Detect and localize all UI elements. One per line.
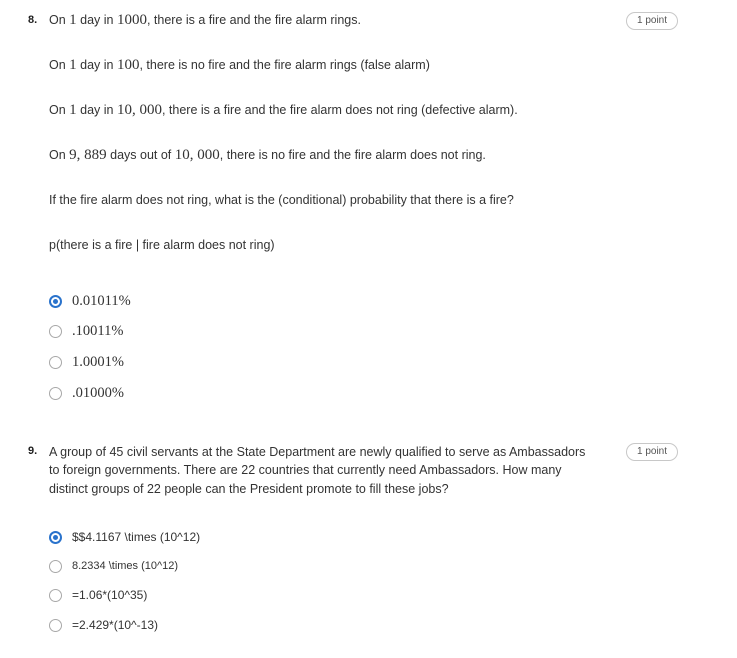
option-label: =1.06*(10^35) [72, 588, 148, 602]
line-text: days out of [106, 148, 175, 162]
math-value: 10, 000 [116, 102, 162, 118]
option-label: 1.0001% [72, 353, 124, 370]
line-text: On [49, 58, 70, 72]
radio-button-selected[interactable] [49, 294, 62, 308]
line-text: On [49, 13, 70, 27]
question-8-option-2[interactable]: .10011% [49, 322, 123, 340]
math-value: 1 [69, 12, 77, 28]
option-label: .01000% [72, 384, 124, 401]
math-value: 10, 000 [174, 147, 220, 163]
line-text: On [49, 103, 70, 117]
question-9-option-1[interactable]: $$4.1167 \times (10^12) [49, 528, 200, 546]
math-value: 1000 [116, 12, 147, 28]
line-text: , there is a fire and the fire alarm doe… [161, 103, 518, 117]
option-label: 0.01011% [72, 292, 131, 309]
radio-button[interactable] [49, 588, 62, 602]
question-8-option-3[interactable]: 1.0001% [49, 353, 124, 371]
question-9-number: 9. [28, 445, 38, 457]
line-text: , there is a fire and the fire alarm rin… [146, 13, 361, 27]
question-8-line-4: On 9, 889 days out of 10, 000, there is … [49, 147, 486, 164]
question-8-expression: p(there is a fire | fire alarm does not … [49, 238, 275, 252]
math-value: 1 [69, 102, 77, 118]
line-text: , there is no fire and the fire alarm ri… [139, 58, 430, 72]
question-9-option-4[interactable]: =2.429*(10^-13) [49, 616, 158, 634]
question-8-prompt: If the fire alarm does not ring, what is… [49, 193, 514, 207]
line-text: day in [76, 58, 117, 72]
option-label: 8.2334 \times (10^12) [72, 560, 179, 572]
option-label: $$4.1167 \times (10^12) [72, 530, 201, 544]
question-8-number: 8. [28, 14, 38, 26]
radio-button-selected[interactable] [49, 530, 62, 544]
math-value: 100 [116, 57, 140, 73]
question-9-points-badge: 1 point [626, 443, 679, 461]
math-value: 1 [69, 57, 77, 73]
question-8-points-badge: 1 point [626, 12, 679, 30]
radio-button[interactable] [49, 618, 62, 632]
question-9-prompt: A group of 45 civil servants at the Stat… [49, 445, 586, 496]
radio-button[interactable] [49, 559, 62, 573]
question-8-line-3: On 1 day in 10, 000, there is a fire and… [49, 102, 518, 119]
radio-button[interactable] [49, 355, 62, 369]
radio-button[interactable] [49, 386, 62, 400]
line-text: day in [76, 13, 117, 27]
option-label: =2.429*(10^-13) [72, 618, 159, 632]
question-9-option-3[interactable]: =1.06*(10^35) [49, 586, 147, 604]
question-8-line-1: On 1 day in 1000, there is a fire and th… [49, 12, 361, 29]
question-9-option-2[interactable]: 8.2334 \times (10^12) [49, 557, 178, 575]
question-8-option-4[interactable]: .01000% [49, 384, 124, 402]
line-text: On [49, 148, 70, 162]
line-text: day in [76, 103, 117, 117]
question-8-line-2: On 1 day in 100, there is no fire and th… [49, 57, 430, 74]
line-text: , there is no fire and the fire alarm do… [219, 148, 486, 162]
math-value: 9, 889 [69, 147, 107, 163]
radio-button[interactable] [49, 324, 62, 338]
question-8-option-1[interactable]: 0.01011% [49, 292, 131, 310]
option-label: .10011% [72, 322, 124, 339]
